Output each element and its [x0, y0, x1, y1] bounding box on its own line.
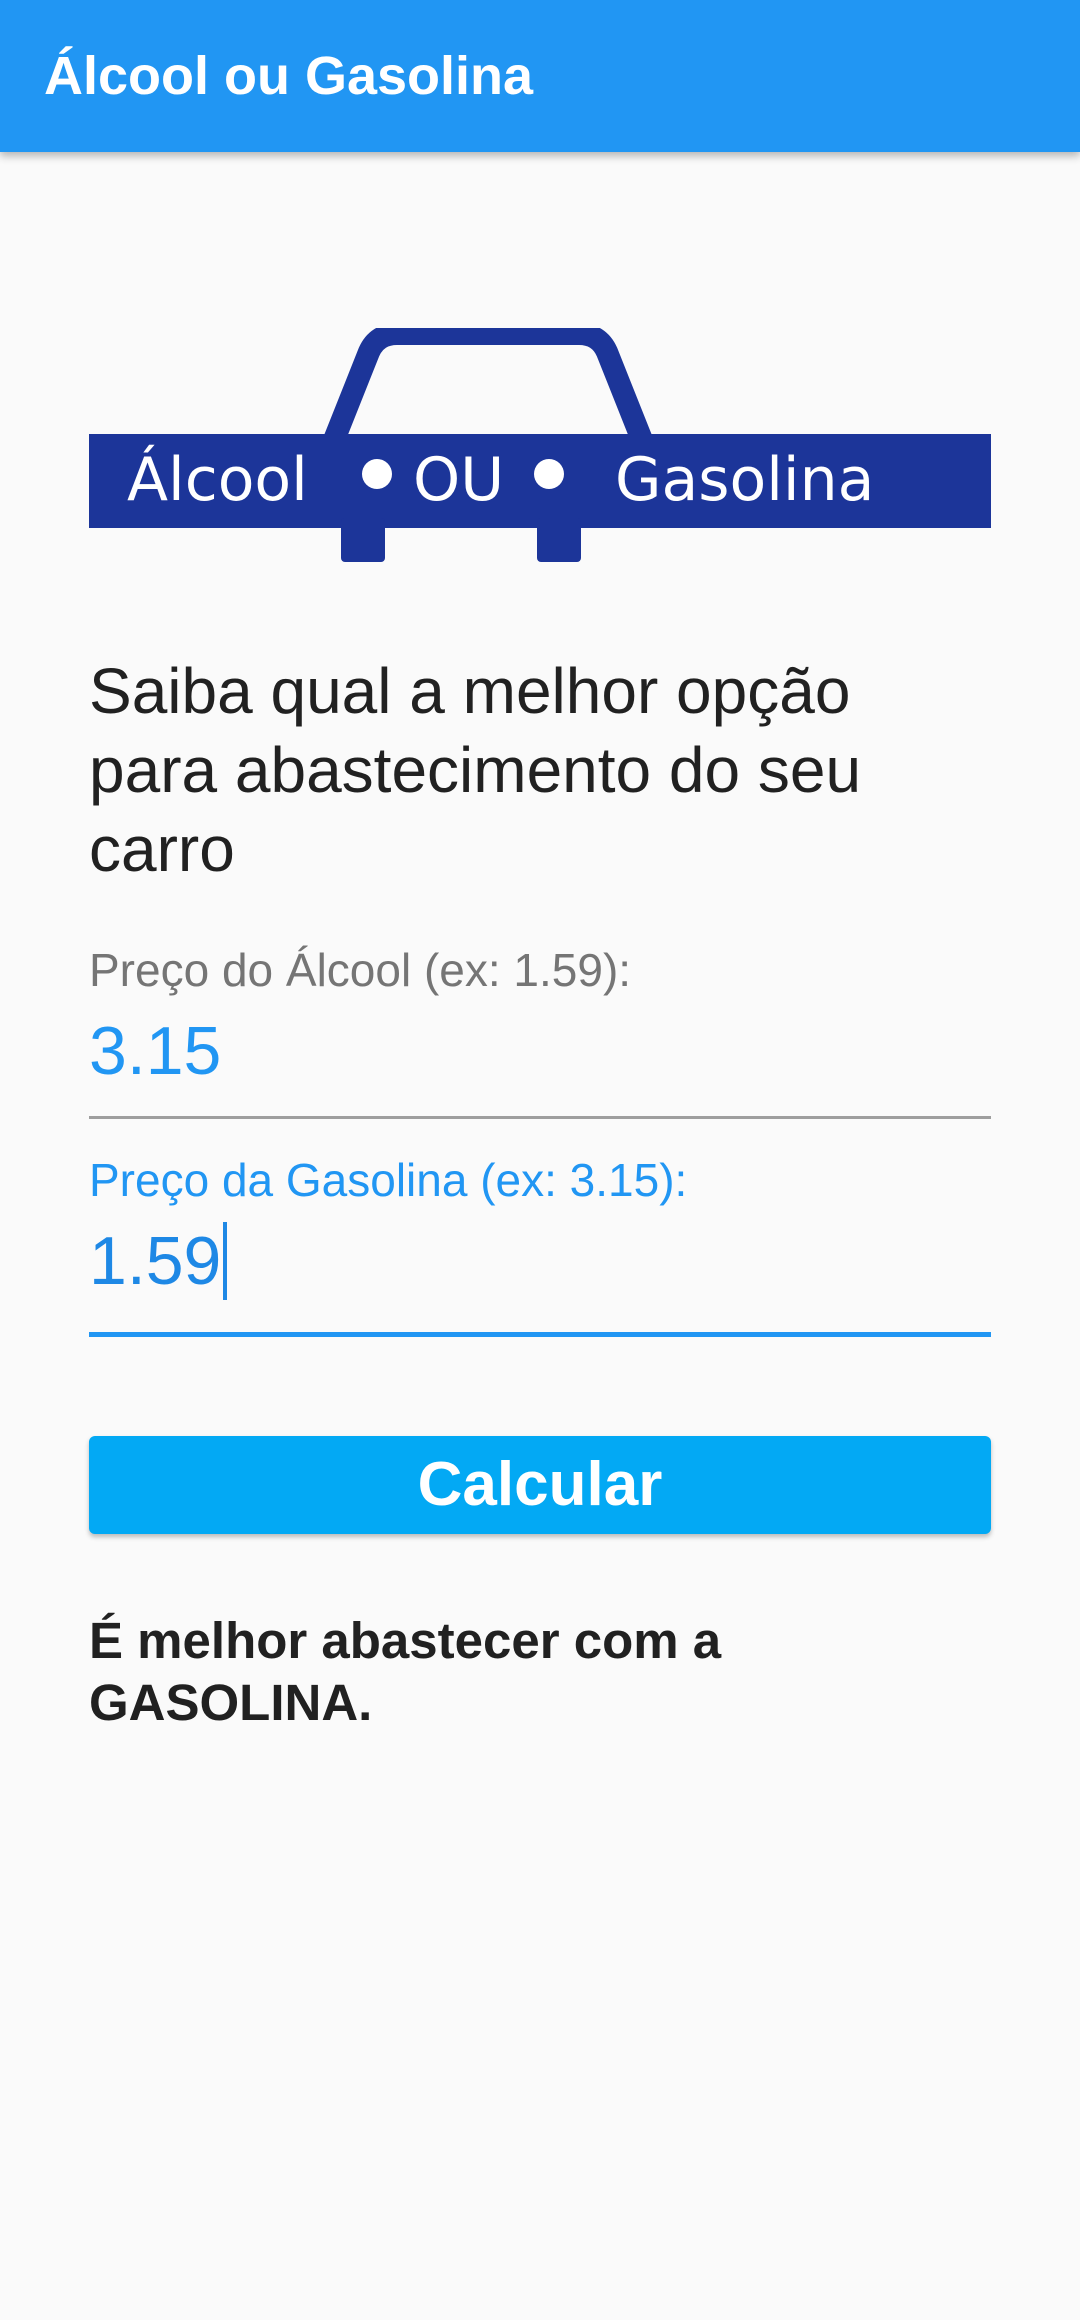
main-content: Álcool OU Gasolina Saiba qual a melhor o… [89, 152, 991, 2320]
gasolina-price-field[interactable]: Preço da Gasolina (ex: 3.15): 1.59 [89, 1152, 991, 1362]
alcool-price-label: Preço do Álcool (ex: 1.59): [89, 944, 632, 996]
logo-word-left: Álcool [127, 444, 308, 515]
logo-word-right: Gasolina [615, 445, 874, 515]
logo-word-middle: OU [413, 445, 504, 515]
app-bar: Álcool ou Gasolina [0, 0, 1080, 152]
logo: Álcool OU Gasolina [89, 323, 991, 568]
alcool-price-field[interactable]: Preço do Álcool (ex: 1.59): 3.15 [89, 942, 991, 1152]
alcool-price-underline [89, 1116, 991, 1119]
text-cursor [223, 1222, 228, 1300]
gasolina-price-label: Preço da Gasolina (ex: 3.15): [89, 1154, 688, 1206]
alcool-price-value: 3.15 [89, 1013, 222, 1089]
gasolina-price-underline [89, 1332, 991, 1337]
gasolina-price-input[interactable]: 1.59 [89, 1220, 228, 1302]
result-text: É melhor abastecer com a GASOLINA. [89, 1612, 722, 1731]
headline: Saiba qual a melhor opção para abastecim… [89, 655, 862, 885]
app-title: Álcool ou Gasolina [44, 46, 534, 106]
alcool-price-input[interactable]: 3.15 [89, 1010, 221, 1092]
gasolina-price-value: 1.59 [89, 1223, 222, 1299]
car-icon: Álcool OU Gasolina [89, 323, 991, 562]
calcular-button[interactable]: Calcular [89, 1436, 991, 1534]
